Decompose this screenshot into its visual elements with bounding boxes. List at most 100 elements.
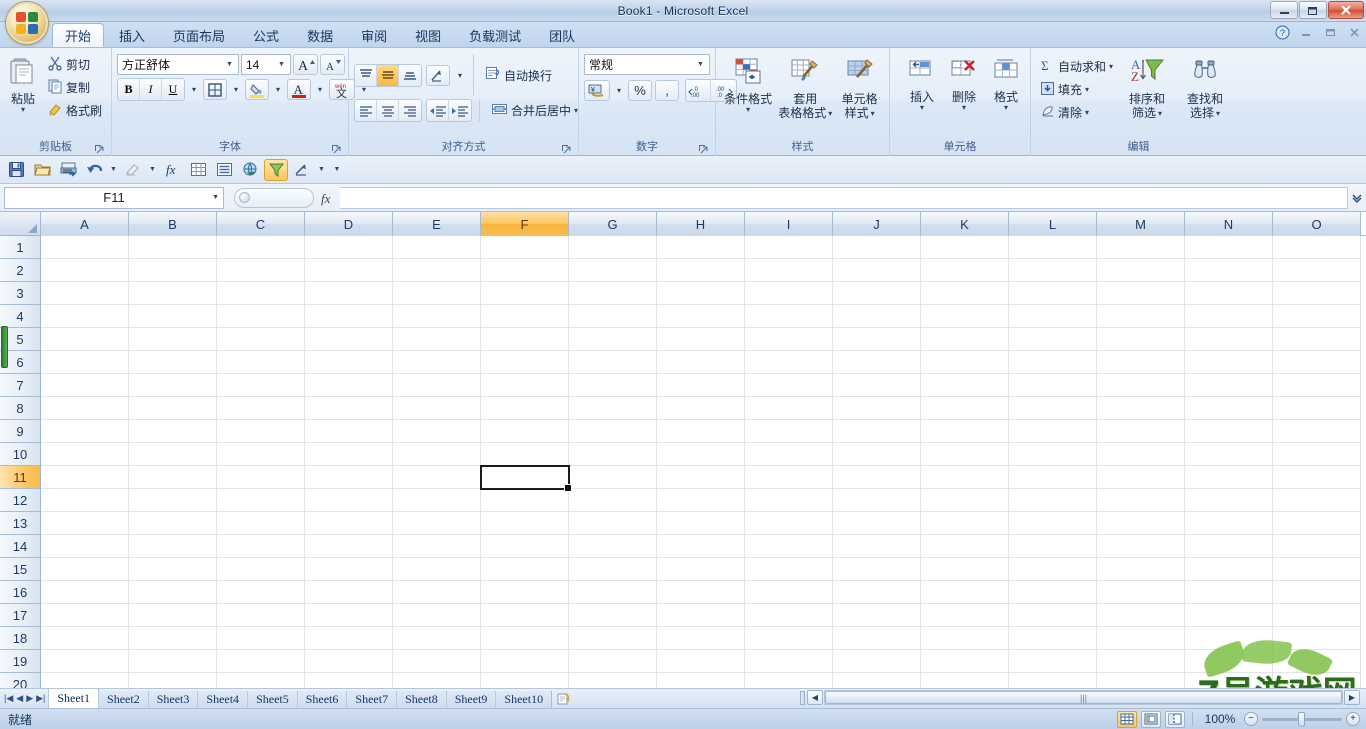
- cell-M10[interactable]: [1097, 443, 1185, 466]
- cell-O17[interactable]: [1273, 604, 1361, 627]
- align-center-button[interactable]: [377, 100, 399, 121]
- cell-H5[interactable]: [657, 328, 745, 351]
- row-header-9[interactable]: 9: [0, 420, 40, 443]
- cell-E19[interactable]: [393, 650, 481, 673]
- cell-L16[interactable]: [1009, 581, 1097, 604]
- cell-F3[interactable]: [481, 282, 569, 305]
- sort-filter-button[interactable]: A Z 排序和 筛选 ▾: [1119, 54, 1175, 121]
- cell-K10[interactable]: [921, 443, 1009, 466]
- minimize-ribbon-icon[interactable]: [1298, 24, 1314, 40]
- cell-B10[interactable]: [129, 443, 217, 466]
- cell-N7[interactable]: [1185, 374, 1273, 397]
- cell-B16[interactable]: [129, 581, 217, 604]
- cell-D13[interactable]: [305, 512, 393, 535]
- cell-F7[interactable]: [481, 374, 569, 397]
- cell-J17[interactable]: [833, 604, 921, 627]
- cell-E1[interactable]: [393, 236, 481, 259]
- increase-indent-button[interactable]: [449, 100, 471, 121]
- cut-button[interactable]: 剪切: [43, 54, 106, 75]
- row-header-17[interactable]: 17: [0, 604, 40, 627]
- cell-L1[interactable]: [1009, 236, 1097, 259]
- row-header-13[interactable]: 13: [0, 512, 40, 535]
- cell-B9[interactable]: [129, 420, 217, 443]
- cell-A10[interactable]: [41, 443, 129, 466]
- scroll-right-button[interactable]: ▶: [1344, 690, 1360, 705]
- cell-F19[interactable]: [481, 650, 569, 673]
- fill-color-caret-icon[interactable]: ▾: [272, 79, 284, 100]
- row-header-12[interactable]: 12: [0, 489, 40, 512]
- cell-J4[interactable]: [833, 305, 921, 328]
- cell-J12[interactable]: [833, 489, 921, 512]
- align-middle-button[interactable]: [377, 64, 399, 86]
- sheet-tab-sheet5[interactable]: Sheet5: [247, 690, 298, 709]
- cell-E8[interactable]: [393, 397, 481, 420]
- cell-B15[interactable]: [129, 558, 217, 581]
- cell-J18[interactable]: [833, 627, 921, 650]
- cell-D5[interactable]: [305, 328, 393, 351]
- zoom-in-button[interactable]: +: [1346, 712, 1360, 726]
- row-header-11[interactable]: 11: [0, 466, 40, 489]
- accounting-caret-icon[interactable]: ▾: [613, 80, 625, 101]
- cell-C11[interactable]: [217, 466, 305, 489]
- cell-G4[interactable]: [569, 305, 657, 328]
- cell-G7[interactable]: [569, 374, 657, 397]
- cell-D9[interactable]: [305, 420, 393, 443]
- borders-caret-icon[interactable]: ▾: [230, 79, 242, 100]
- column-header-G[interactable]: G: [569, 212, 657, 236]
- cell-O6[interactable]: [1273, 351, 1361, 374]
- cell-N4[interactable]: [1185, 305, 1273, 328]
- cell-A19[interactable]: [41, 650, 129, 673]
- cell-L9[interactable]: [1009, 420, 1097, 443]
- cell-C20[interactable]: [217, 673, 305, 688]
- cell-H2[interactable]: [657, 259, 745, 282]
- cell-F16[interactable]: [481, 581, 569, 604]
- column-header-E[interactable]: E: [393, 212, 481, 236]
- cell-M20[interactable]: [1097, 673, 1185, 688]
- decrease-indent-button[interactable]: [427, 100, 449, 121]
- font-color-caret-icon[interactable]: ▾: [314, 79, 326, 100]
- cell-B1[interactable]: [129, 236, 217, 259]
- cell-K1[interactable]: [921, 236, 1009, 259]
- cell-M1[interactable]: [1097, 236, 1185, 259]
- row-header-8[interactable]: 8: [0, 397, 40, 420]
- cell-N13[interactable]: [1185, 512, 1273, 535]
- cell-M8[interactable]: [1097, 397, 1185, 420]
- cell-D4[interactable]: [305, 305, 393, 328]
- cell-G16[interactable]: [569, 581, 657, 604]
- sheet-tab-sheet6[interactable]: Sheet6: [296, 690, 348, 709]
- cell-N12[interactable]: [1185, 489, 1273, 512]
- cell-B4[interactable]: [129, 305, 217, 328]
- redo-icon[interactable]: [121, 159, 145, 181]
- cell-F9[interactable]: [481, 420, 569, 443]
- shrink-font-button[interactable]: A: [320, 54, 345, 75]
- cell-D12[interactable]: [305, 489, 393, 512]
- cell-F18[interactable]: [481, 627, 569, 650]
- cell-O4[interactable]: [1273, 305, 1361, 328]
- italic-button[interactable]: I: [140, 79, 162, 100]
- cell-N3[interactable]: [1185, 282, 1273, 305]
- underline-caret-icon[interactable]: ▾: [188, 79, 200, 100]
- cell-F15[interactable]: [481, 558, 569, 581]
- cell-A2[interactable]: [41, 259, 129, 282]
- insert-function-icon[interactable]: fx: [160, 159, 184, 181]
- orientation-caret-icon[interactable]: ▼: [316, 159, 327, 181]
- cell-K12[interactable]: [921, 489, 1009, 512]
- ribbon-tab-home[interactable]: 开始: [52, 23, 105, 47]
- cell-A1[interactable]: [41, 236, 129, 259]
- orientation-button[interactable]: [426, 64, 450, 86]
- cell-L11[interactable]: [1009, 466, 1097, 489]
- font-dialog-launcher-icon[interactable]: [330, 143, 342, 155]
- cell-N18[interactable]: [1185, 627, 1273, 650]
- cell-K11[interactable]: [921, 466, 1009, 489]
- cell-E5[interactable]: [393, 328, 481, 351]
- cell-J9[interactable]: [833, 420, 921, 443]
- cell-M9[interactable]: [1097, 420, 1185, 443]
- cell-J15[interactable]: [833, 558, 921, 581]
- cell-C16[interactable]: [217, 581, 305, 604]
- open-icon[interactable]: [30, 159, 54, 181]
- cell-A5[interactable]: [41, 328, 129, 351]
- align-right-button[interactable]: [399, 100, 421, 121]
- cell-K15[interactable]: [921, 558, 1009, 581]
- cell-F8[interactable]: [481, 397, 569, 420]
- close-window-icon[interactable]: [1346, 24, 1362, 40]
